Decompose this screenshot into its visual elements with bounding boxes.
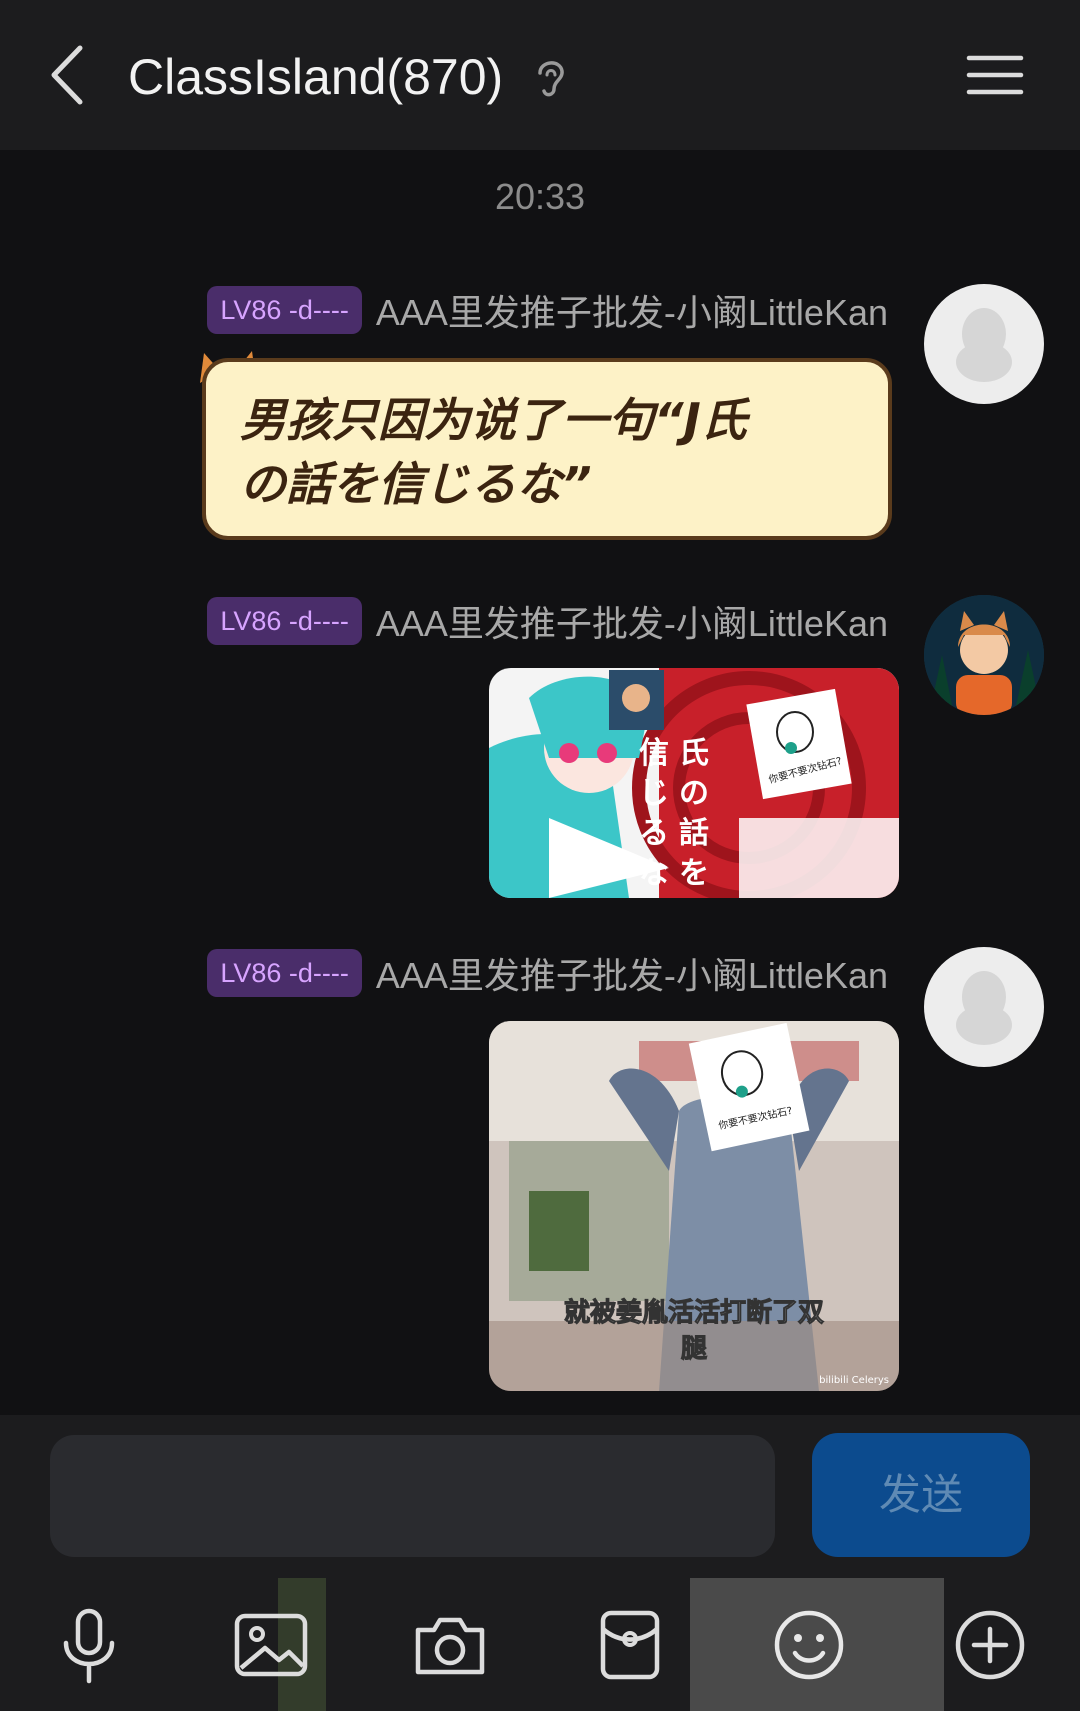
vertical-char: 信 (639, 736, 669, 771)
sticker-message[interactable]: 男孩只因为说了一句“J氏 の話を信じるな” (202, 358, 892, 540)
penguin-avatar-icon (956, 308, 1012, 382)
back-arrow-icon[interactable] (40, 40, 110, 110)
message-meta: LV86 -d---- AAA里发推子批发-小阚LittleKan (207, 595, 888, 647)
vertical-char: じ (639, 776, 669, 811)
vertical-char: る (639, 816, 669, 851)
message-meta: LV86 -d---- AAA里发推子批发-小阚LittleKan (207, 284, 888, 336)
avatar-default[interactable] (924, 947, 1044, 1067)
message-meta: LV86 -d---- AAA里发推子批发-小阚LittleKan (207, 947, 888, 999)
input-bar: 发送 (0, 1415, 1080, 1578)
anime-image-art: 信 じ る な 氏 の 話 を 你要不要次钻石? (489, 668, 899, 898)
camera-icon[interactable] (405, 1600, 495, 1690)
sticker-text: 男孩只因为说了一句“J氏 の話を信じるな” (240, 393, 747, 511)
sender-name[interactable]: AAA里发推子批发-小阚LittleKan (376, 595, 888, 647)
vertical-char: 話 (679, 816, 709, 851)
plus-icon[interactable] (945, 1600, 1035, 1690)
level-badge: LV86 -d---- (207, 597, 362, 645)
gallery-icon[interactable] (226, 1600, 316, 1690)
message-timestamp: 20:33 (494, 176, 586, 217)
video-subtitle-line-1: 就被姜胤活活打断了双 (564, 1297, 824, 1328)
penguin-avatar-icon (956, 971, 1012, 1045)
chat-title: ClassIsland(870) (128, 49, 504, 105)
avatar-default[interactable] (924, 284, 1044, 404)
vertical-char: な (639, 856, 669, 891)
vertical-char: を (679, 856, 709, 891)
level-badge: LV86 -d---- (207, 949, 362, 997)
message-input[interactable] (50, 1435, 775, 1557)
vertical-char: の (679, 776, 709, 811)
sender-name[interactable]: AAA里发推子批发-小阚LittleKan (376, 947, 888, 999)
avatar-anime-boy[interactable] (924, 595, 1044, 715)
emoji-icon[interactable] (764, 1600, 854, 1690)
menu-icon[interactable] (965, 50, 1025, 100)
level-badge: LV86 -d---- (207, 286, 362, 334)
microphone-icon[interactable] (44, 1600, 134, 1690)
anime-boy-avatar-art (924, 595, 1044, 715)
sender-name[interactable]: AAA里发推子批发-小阚LittleKan (376, 284, 888, 336)
video-subtitle-line-2: 腿 (681, 1334, 707, 1364)
ear-icon[interactable] (530, 55, 570, 99)
image-message-video-frame[interactable]: 你要不要次钻石? 就被姜胤活活打断了双 腿 bilibili Celerys (489, 1021, 899, 1391)
vertical-char: 氏 (679, 736, 709, 771)
red-packet-icon[interactable] (585, 1600, 675, 1690)
video-frame-art: 你要不要次钻石? 就被姜胤活活打断了双 腿 bilibili Celerys (489, 1021, 899, 1391)
chat-header: ClassIsland(870) (0, 0, 1080, 150)
send-button[interactable]: 发送 (812, 1433, 1030, 1557)
image-message-anime[interactable]: 信 じ る な 氏 の 話 を 你要不要次钻石? (489, 668, 899, 898)
video-watermark: bilibili Celerys (819, 1375, 889, 1386)
bottom-toolbar (0, 1578, 1080, 1711)
